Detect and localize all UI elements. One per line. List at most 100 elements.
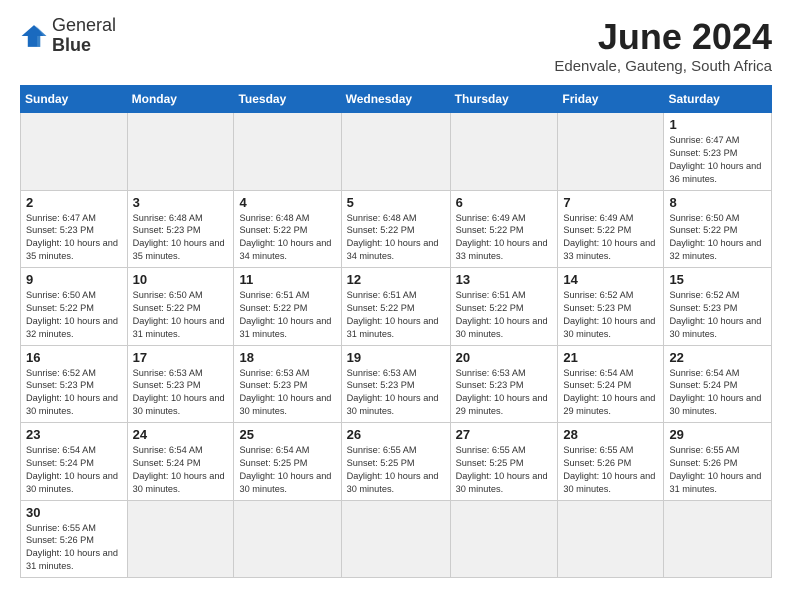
calendar-cell — [664, 500, 772, 578]
calendar-cell — [450, 500, 558, 578]
day-info: Sunrise: 6:49 AMSunset: 5:22 PMDaylight:… — [563, 212, 658, 264]
day-number: 18 — [239, 350, 335, 365]
calendar-cell: 23 Sunrise: 6:54 AMSunset: 5:24 PMDaylig… — [21, 423, 128, 501]
logo-icon — [20, 22, 48, 50]
calendar-cell: 6 Sunrise: 6:49 AMSunset: 5:22 PMDayligh… — [450, 190, 558, 268]
calendar-week-1: 2 Sunrise: 6:47 AMSunset: 5:23 PMDayligh… — [21, 190, 772, 268]
calendar-cell: 29 Sunrise: 6:55 AMSunset: 5:26 PMDaylig… — [664, 423, 772, 501]
calendar-cell — [234, 500, 341, 578]
weekday-header-thursday: Thursday — [450, 86, 558, 113]
day-info: Sunrise: 6:54 AMSunset: 5:24 PMDaylight:… — [26, 444, 122, 496]
calendar-cell: 26 Sunrise: 6:55 AMSunset: 5:25 PMDaylig… — [341, 423, 450, 501]
calendar-table: SundayMondayTuesdayWednesdayThursdayFrid… — [20, 85, 772, 578]
day-info: Sunrise: 6:47 AMSunset: 5:23 PMDaylight:… — [26, 212, 122, 264]
calendar-cell: 7 Sunrise: 6:49 AMSunset: 5:22 PMDayligh… — [558, 190, 664, 268]
day-info: Sunrise: 6:52 AMSunset: 5:23 PMDaylight:… — [26, 367, 122, 419]
day-info: Sunrise: 6:53 AMSunset: 5:23 PMDaylight:… — [133, 367, 229, 419]
day-info: Sunrise: 6:54 AMSunset: 5:25 PMDaylight:… — [239, 444, 335, 496]
day-info: Sunrise: 6:50 AMSunset: 5:22 PMDaylight:… — [26, 289, 122, 341]
calendar-cell — [341, 500, 450, 578]
weekday-header-tuesday: Tuesday — [234, 86, 341, 113]
day-number: 25 — [239, 427, 335, 442]
logo-text: GeneralBlue — [52, 16, 116, 56]
day-info: Sunrise: 6:55 AMSunset: 5:26 PMDaylight:… — [669, 444, 766, 496]
day-info: Sunrise: 6:51 AMSunset: 5:22 PMDaylight:… — [239, 289, 335, 341]
day-info: Sunrise: 6:54 AMSunset: 5:24 PMDaylight:… — [669, 367, 766, 419]
day-info: Sunrise: 6:54 AMSunset: 5:24 PMDaylight:… — [563, 367, 658, 419]
calendar-cell: 4 Sunrise: 6:48 AMSunset: 5:22 PMDayligh… — [234, 190, 341, 268]
location-title: Edenvale, Gauteng, South Africa — [554, 58, 772, 75]
day-number: 27 — [456, 427, 553, 442]
header: GeneralBlue June 2024 Edenvale, Gauteng,… — [20, 16, 772, 75]
day-info: Sunrise: 6:52 AMSunset: 5:23 PMDaylight:… — [563, 289, 658, 341]
day-info: Sunrise: 6:51 AMSunset: 5:22 PMDaylight:… — [456, 289, 553, 341]
title-area: June 2024 Edenvale, Gauteng, South Afric… — [554, 16, 772, 75]
calendar-cell — [341, 113, 450, 191]
calendar-cell: 17 Sunrise: 6:53 AMSunset: 5:23 PMDaylig… — [127, 345, 234, 423]
logo: GeneralBlue — [20, 16, 116, 56]
day-number: 11 — [239, 272, 335, 287]
day-number: 17 — [133, 350, 229, 365]
calendar-week-5: 30 Sunrise: 6:55 AMSunset: 5:26 PMDaylig… — [21, 500, 772, 578]
calendar-cell — [558, 500, 664, 578]
day-number: 6 — [456, 195, 553, 210]
day-number: 14 — [563, 272, 658, 287]
calendar-cell: 1 Sunrise: 6:47 AMSunset: 5:23 PMDayligh… — [664, 113, 772, 191]
day-number: 10 — [133, 272, 229, 287]
day-number: 7 — [563, 195, 658, 210]
day-info: Sunrise: 6:55 AMSunset: 5:26 PMDaylight:… — [563, 444, 658, 496]
day-info: Sunrise: 6:51 AMSunset: 5:22 PMDaylight:… — [347, 289, 445, 341]
day-number: 28 — [563, 427, 658, 442]
weekday-header-saturday: Saturday — [664, 86, 772, 113]
calendar-week-2: 9 Sunrise: 6:50 AMSunset: 5:22 PMDayligh… — [21, 268, 772, 346]
calendar-week-0: 1 Sunrise: 6:47 AMSunset: 5:23 PMDayligh… — [21, 113, 772, 191]
day-number: 3 — [133, 195, 229, 210]
weekday-header-wednesday: Wednesday — [341, 86, 450, 113]
calendar-cell: 30 Sunrise: 6:55 AMSunset: 5:26 PMDaylig… — [21, 500, 128, 578]
day-number: 19 — [347, 350, 445, 365]
day-number: 15 — [669, 272, 766, 287]
calendar-cell: 25 Sunrise: 6:54 AMSunset: 5:25 PMDaylig… — [234, 423, 341, 501]
calendar-cell: 27 Sunrise: 6:55 AMSunset: 5:25 PMDaylig… — [450, 423, 558, 501]
calendar-cell: 10 Sunrise: 6:50 AMSunset: 5:22 PMDaylig… — [127, 268, 234, 346]
weekday-header-row: SundayMondayTuesdayWednesdayThursdayFrid… — [21, 86, 772, 113]
calendar-cell: 11 Sunrise: 6:51 AMSunset: 5:22 PMDaylig… — [234, 268, 341, 346]
day-info: Sunrise: 6:53 AMSunset: 5:23 PMDaylight:… — [239, 367, 335, 419]
day-info: Sunrise: 6:48 AMSunset: 5:22 PMDaylight:… — [347, 212, 445, 264]
calendar-week-3: 16 Sunrise: 6:52 AMSunset: 5:23 PMDaylig… — [21, 345, 772, 423]
day-number: 30 — [26, 505, 122, 520]
day-number: 12 — [347, 272, 445, 287]
day-number: 20 — [456, 350, 553, 365]
calendar-cell: 18 Sunrise: 6:53 AMSunset: 5:23 PMDaylig… — [234, 345, 341, 423]
day-number: 21 — [563, 350, 658, 365]
day-number: 24 — [133, 427, 229, 442]
day-info: Sunrise: 6:52 AMSunset: 5:23 PMDaylight:… — [669, 289, 766, 341]
calendar-cell — [234, 113, 341, 191]
day-number: 8 — [669, 195, 766, 210]
day-info: Sunrise: 6:53 AMSunset: 5:23 PMDaylight:… — [456, 367, 553, 419]
day-number: 22 — [669, 350, 766, 365]
calendar-cell: 13 Sunrise: 6:51 AMSunset: 5:22 PMDaylig… — [450, 268, 558, 346]
day-info: Sunrise: 6:53 AMSunset: 5:23 PMDaylight:… — [347, 367, 445, 419]
day-info: Sunrise: 6:55 AMSunset: 5:25 PMDaylight:… — [456, 444, 553, 496]
day-info: Sunrise: 6:48 AMSunset: 5:23 PMDaylight:… — [133, 212, 229, 264]
day-info: Sunrise: 6:54 AMSunset: 5:24 PMDaylight:… — [133, 444, 229, 496]
day-number: 4 — [239, 195, 335, 210]
weekday-header-monday: Monday — [127, 86, 234, 113]
calendar-cell: 21 Sunrise: 6:54 AMSunset: 5:24 PMDaylig… — [558, 345, 664, 423]
day-number: 1 — [669, 117, 766, 132]
day-info: Sunrise: 6:47 AMSunset: 5:23 PMDaylight:… — [669, 134, 766, 186]
day-number: 2 — [26, 195, 122, 210]
day-number: 16 — [26, 350, 122, 365]
day-info: Sunrise: 6:50 AMSunset: 5:22 PMDaylight:… — [133, 289, 229, 341]
calendar-cell: 5 Sunrise: 6:48 AMSunset: 5:22 PMDayligh… — [341, 190, 450, 268]
weekday-header-friday: Friday — [558, 86, 664, 113]
calendar-cell: 12 Sunrise: 6:51 AMSunset: 5:22 PMDaylig… — [341, 268, 450, 346]
calendar-cell — [127, 500, 234, 578]
calendar-cell: 15 Sunrise: 6:52 AMSunset: 5:23 PMDaylig… — [664, 268, 772, 346]
calendar-cell: 28 Sunrise: 6:55 AMSunset: 5:26 PMDaylig… — [558, 423, 664, 501]
day-number: 9 — [26, 272, 122, 287]
day-info: Sunrise: 6:48 AMSunset: 5:22 PMDaylight:… — [239, 212, 335, 264]
calendar-cell: 9 Sunrise: 6:50 AMSunset: 5:22 PMDayligh… — [21, 268, 128, 346]
calendar-cell — [450, 113, 558, 191]
